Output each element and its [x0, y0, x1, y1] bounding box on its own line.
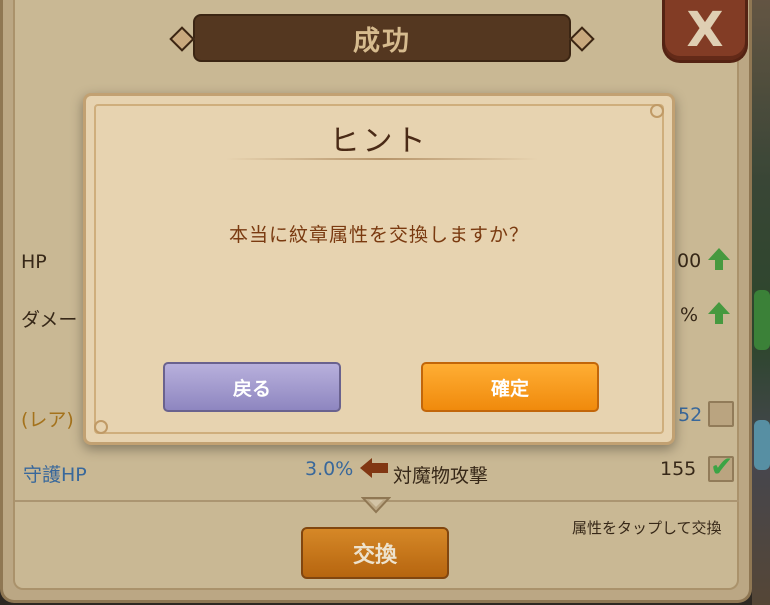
back-button-label: 戻る: [232, 377, 271, 400]
confirm-button[interactable]: 確定: [421, 362, 599, 412]
corner-ornament: [94, 420, 108, 434]
back-button[interactable]: 戻る: [163, 362, 341, 412]
dialog-message: 本当に紋章属性を交換しますか？: [228, 224, 529, 246]
confirm-button-label: 確定: [490, 377, 529, 400]
hint-dialog: ヒント 本当に紋章属性を交換しますか？ 戻る 確定: [83, 93, 675, 445]
dialog-title: ヒント: [329, 124, 429, 159]
title-divider: [226, 158, 538, 160]
